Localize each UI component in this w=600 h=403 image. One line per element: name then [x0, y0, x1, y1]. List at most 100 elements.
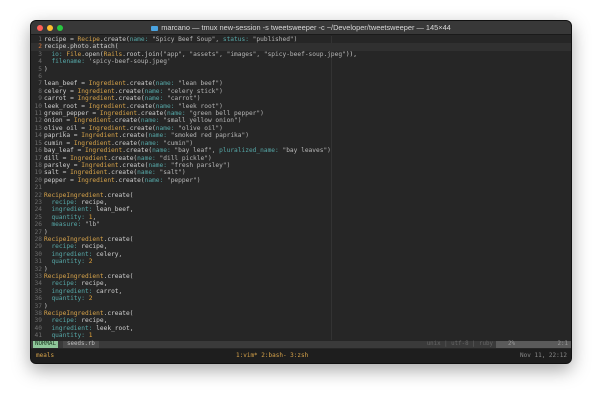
code-line[interactable]: 9 carrot = Ingredient.create(name: "carro…	[31, 95, 571, 102]
code-token: "leek root")	[174, 102, 223, 110]
code-token: parsley =	[44, 161, 82, 169]
code-line[interactable]: 13 olive_oil = Ingredient.create(name: "o…	[31, 125, 571, 132]
code-token: Ingredient	[70, 154, 108, 162]
code-line[interactable]: 17 dill = Ingredient.create(name: "dill p…	[31, 155, 571, 162]
line-number: 11	[34, 110, 42, 118]
code-line[interactable]: 40 ingredient: leek_root,	[31, 325, 571, 332]
code-token: "salt")	[155, 169, 186, 177]
code-token: name:	[144, 176, 164, 184]
close-button[interactable]	[37, 24, 43, 31]
code-token: pluralized_name:	[219, 147, 279, 155]
code-token: Ingredient	[84, 147, 123, 155]
code-line[interactable]: 28 RecipeIngredient.create(	[31, 236, 571, 243]
file-info: unix | utf-8 | ruby	[426, 341, 493, 347]
code-token: status:	[222, 36, 249, 43]
code-token: Rails	[103, 50, 123, 58]
code-line[interactable]: 22 RecipeIngredient.create(	[31, 192, 571, 199]
code-token: .create(	[118, 161, 149, 169]
code-token: .create(	[103, 310, 134, 318]
code-token: ingredient:	[51, 206, 93, 214]
code-line[interactable]: 3 io: File.open(Rails.root.join("app", "…	[31, 51, 571, 58]
code-token: )	[44, 65, 48, 73]
code-token: RecipeIngredient	[44, 191, 104, 199]
code-token: .create(	[114, 176, 145, 184]
code-line[interactable]: 37)	[31, 303, 571, 310]
code-line[interactable]: 14 paprika = Ingredient.create(name: "smo…	[31, 132, 571, 139]
code-line[interactable]: 10 leek_root = Ingredient.create(name: "l…	[31, 103, 571, 110]
code-line[interactable]: 19 salt = Ingredient.create(name: "salt")	[31, 169, 571, 176]
code-line[interactable]: 20 pepper = Ingredient.create(name: "pepp…	[31, 177, 571, 184]
code-token: "pepper")	[163, 176, 201, 184]
tmux-clock: Nov 11, 22:12	[520, 352, 567, 359]
code-token: "bay leaves")	[278, 147, 331, 155]
line-number: 4	[38, 58, 42, 66]
line-number: 34	[34, 280, 42, 288]
code-token: recipe:	[51, 280, 78, 288]
line-number: 21	[34, 184, 42, 192]
code-token: Ingredient	[88, 80, 126, 88]
line-number: 10	[34, 102, 42, 110]
code-line[interactable]: 6	[31, 73, 571, 80]
editor-buffer[interactable]: 1 recipe = Recipe.create(name: "Spicy Bee…	[31, 36, 571, 340]
code-line[interactable]: 27)	[31, 229, 571, 236]
code-token: name:	[129, 36, 149, 43]
line-number: 18	[34, 161, 42, 169]
code-line[interactable]: 25 quantity: 1,	[31, 214, 571, 221]
code-token: onion =	[44, 117, 74, 125]
code-line[interactable]: 29 recipe: recipe,	[31, 243, 571, 250]
code-token: name:	[166, 110, 186, 118]
code-line[interactable]: 12 onion = Ingredient.create(name: "small…	[31, 117, 571, 124]
minimize-button[interactable]	[47, 24, 53, 31]
code-token: .create(	[137, 110, 167, 118]
code-token: name:	[144, 87, 164, 95]
code-line[interactable]: 23 recipe: recipe,	[31, 199, 571, 206]
code-token: .create(	[103, 235, 134, 243]
code-token: recipe:	[51, 198, 78, 206]
code-token: ingredient:	[51, 250, 93, 258]
code-line[interactable]: 18 parsley = Ingredient.create(name: "fre…	[31, 162, 571, 169]
code-token: .create(	[125, 102, 156, 110]
code-line[interactable]: 31 quantity: 2	[31, 258, 571, 265]
code-line[interactable]: 15 cumin = Ingredient.create(name: "cumin…	[31, 140, 571, 147]
code-token: .create(	[122, 147, 153, 155]
tmux-window-list[interactable]: 1:vim* 2:bash- 3:zsh	[236, 349, 308, 363]
code-token: measure:	[51, 221, 82, 229]
code-line[interactable]: 35 ingredient: carrot,	[31, 288, 571, 295]
code-token: "Spicy Beef Soup",	[148, 36, 223, 43]
code-line[interactable]: 33 RecipeIngredient.create(	[31, 273, 571, 280]
code-token: "bay leaf",	[170, 147, 220, 155]
code-token: ,	[92, 213, 97, 221]
code-line[interactable]: 24 ingredient: lean_beef,	[31, 206, 571, 213]
code-line[interactable]: 16 bay_leaf = Ingredient.create(name: "ba…	[31, 147, 571, 154]
line-number: 23	[34, 198, 42, 206]
code-line[interactable]: 1 recipe = Recipe.create(name: "Spicy Bee…	[31, 36, 571, 43]
code-line[interactable]: 2 recipe.photo.attach(	[31, 43, 571, 51]
code-line[interactable]: 7 lean_beef = Ingredient.create(name: "le…	[31, 80, 571, 87]
line-number: 30	[34, 250, 42, 258]
line-number: 40	[34, 324, 42, 332]
code-token: name:	[155, 80, 175, 88]
code-line[interactable]: 4 filename: 'spicy-beef-soup.jpeg'	[31, 58, 571, 65]
code-line[interactable]: 21	[31, 184, 571, 191]
code-line[interactable]: 41 quantity: 1	[31, 332, 571, 339]
code-line[interactable]: 30 ingredient: celery,	[31, 251, 571, 258]
line-number: 14	[34, 132, 42, 140]
code-token: 1	[88, 332, 93, 340]
code-line[interactable]: 8 celery = Ingredient.create(name: "celer…	[31, 88, 571, 95]
code-token: "celery stick")	[163, 87, 223, 95]
code-token: RecipeIngredient	[44, 310, 104, 318]
tmux-status-bar: meals 1:vim* 2:bash- 3:zsh Nov 11, 22:12	[31, 349, 571, 363]
code-token: "cumin")	[159, 139, 194, 147]
code-line[interactable]: 36 quantity: 2	[31, 295, 571, 302]
line-number: 9	[38, 95, 42, 103]
code-line[interactable]: 26 measure: "lb"	[31, 221, 571, 228]
code-line[interactable]: 38 RecipeIngredient.create(	[31, 310, 571, 317]
line-number: 24	[34, 206, 42, 214]
code-line[interactable]: 32)	[31, 266, 571, 273]
code-line[interactable]: 11 green_pepper = Ingredient.create(name:…	[31, 110, 571, 117]
code-line[interactable]: 5)	[31, 66, 571, 73]
code-line[interactable]: 39 recipe: recipe,	[31, 317, 571, 324]
line-number: 25	[34, 213, 42, 221]
code-line[interactable]: 34 recipe: recipe,	[31, 280, 571, 287]
maximize-button[interactable]	[57, 24, 63, 31]
